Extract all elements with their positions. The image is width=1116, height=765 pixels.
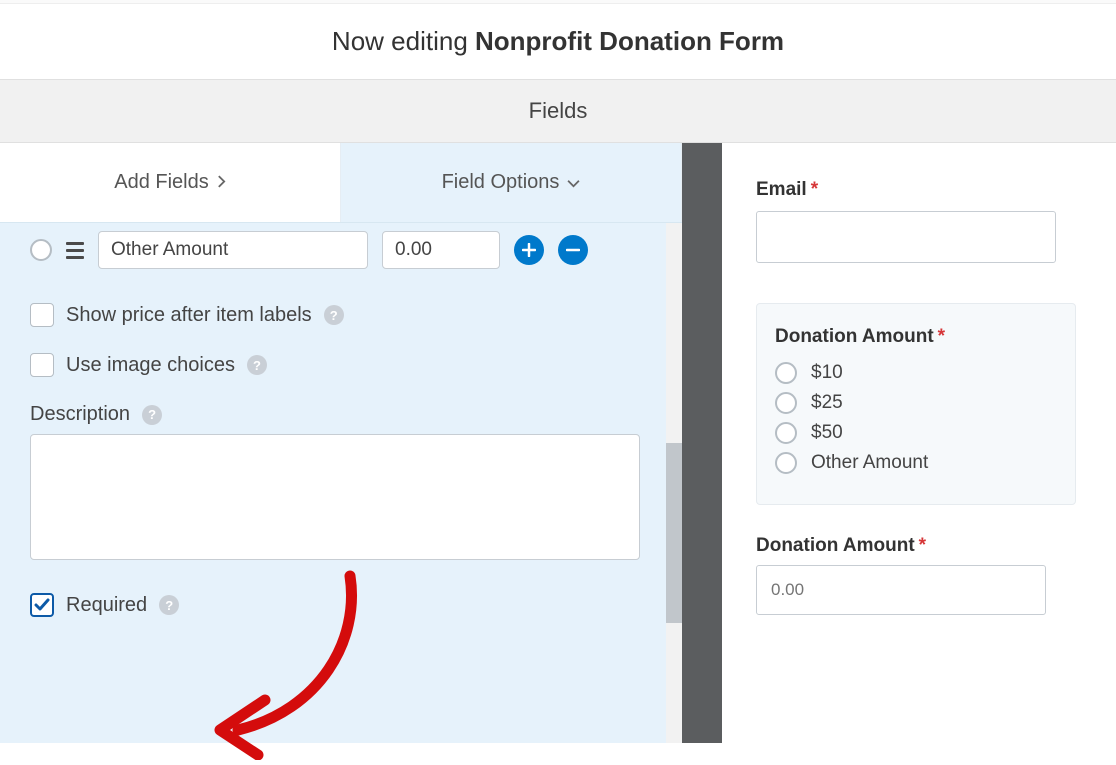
- chevron-right-icon: [217, 175, 226, 191]
- radio-choice-other[interactable]: Other Amount: [775, 452, 1057, 474]
- remove-choice-button[interactable]: [558, 235, 588, 265]
- radio-choice-label: $25: [811, 392, 843, 414]
- help-icon[interactable]: ?: [247, 355, 267, 375]
- now-editing-prefix: Now editing: [332, 26, 475, 56]
- required-asterisk-icon: *: [811, 179, 818, 201]
- image-choices-label: Use image choices: [66, 354, 235, 377]
- image-choices-checkbox[interactable]: [30, 353, 54, 377]
- option-required: Required ?: [30, 593, 652, 617]
- email-label-text: Email: [756, 179, 807, 201]
- radio-choice-25[interactable]: $25: [775, 392, 1057, 414]
- drag-handle-icon[interactable]: [66, 242, 84, 259]
- chevron-down-icon: [567, 175, 580, 191]
- donation-amount-input[interactable]: [756, 565, 1046, 615]
- subtab-add-fields-label: Add Fields: [114, 171, 209, 194]
- choice-item-row: [30, 231, 652, 269]
- option-show-price: Show price after item labels ?: [30, 303, 652, 327]
- subtab-field-options-label: Field Options: [442, 171, 560, 194]
- description-label-row: Description ?: [30, 403, 652, 426]
- donation-amount-group: Donation Amount * $10 $25 $50 Other Amou…: [756, 303, 1076, 505]
- required-label: Required: [66, 594, 147, 617]
- fields-tab-label: Fields: [529, 98, 588, 123]
- form-name: Nonprofit Donation Form: [475, 26, 784, 56]
- radio-icon: [775, 452, 797, 474]
- required-asterisk-icon: *: [938, 326, 945, 348]
- show-price-checkbox[interactable]: [30, 303, 54, 327]
- radio-choice-label: $50: [811, 422, 843, 444]
- description-label: Description: [30, 403, 130, 426]
- donation-amount-label-text: Donation Amount: [775, 326, 934, 348]
- radio-icon: [775, 422, 797, 444]
- email-input[interactable]: [756, 211, 1056, 263]
- field-options-body: Show price after item labels ? Use image…: [0, 223, 682, 743]
- subtab-add-fields[interactable]: Add Fields: [0, 143, 341, 222]
- required-checkbox[interactable]: [30, 593, 54, 617]
- description-textarea[interactable]: [30, 434, 640, 560]
- help-icon[interactable]: ?: [324, 305, 344, 325]
- donation-amount2-label: Donation Amount *: [756, 535, 1076, 557]
- help-icon[interactable]: ?: [159, 595, 179, 615]
- choice-price-input[interactable]: [382, 231, 500, 269]
- radio-choice-10[interactable]: $10: [775, 362, 1057, 384]
- radio-icon: [775, 362, 797, 384]
- choice-label-input[interactable]: [98, 231, 368, 269]
- tab-fields[interactable]: Fields: [0, 80, 1116, 143]
- help-icon[interactable]: ?: [142, 405, 162, 425]
- donation-amount-label: Donation Amount *: [775, 326, 1057, 348]
- page-title: Now editing Nonprofit Donation Form: [0, 4, 1116, 80]
- radio-choice-50[interactable]: $50: [775, 422, 1057, 444]
- scrollbar-thumb[interactable]: [666, 443, 682, 623]
- form-preview: Email * Donation Amount * $10 $25 $50: [722, 143, 1116, 743]
- radio-icon: [775, 392, 797, 414]
- email-field-label: Email *: [756, 179, 1116, 201]
- donation-amount2-label-text: Donation Amount: [756, 535, 915, 557]
- radio-choice-label: $10: [811, 362, 843, 384]
- radio-choice-label: Other Amount: [811, 452, 928, 474]
- panel-divider: [682, 143, 722, 743]
- add-choice-button[interactable]: [514, 235, 544, 265]
- subtabs: Add Fields Field Options: [0, 143, 682, 223]
- required-asterisk-icon: *: [919, 535, 926, 557]
- subtab-field-options[interactable]: Field Options: [341, 143, 682, 222]
- choice-radio-icon[interactable]: [30, 239, 52, 261]
- field-options-sidebar: Add Fields Field Options ▲: [0, 143, 682, 743]
- option-image-choices: Use image choices ?: [30, 353, 652, 377]
- show-price-label: Show price after item labels: [66, 304, 312, 327]
- donation-amount-numeric: Donation Amount *: [756, 535, 1076, 615]
